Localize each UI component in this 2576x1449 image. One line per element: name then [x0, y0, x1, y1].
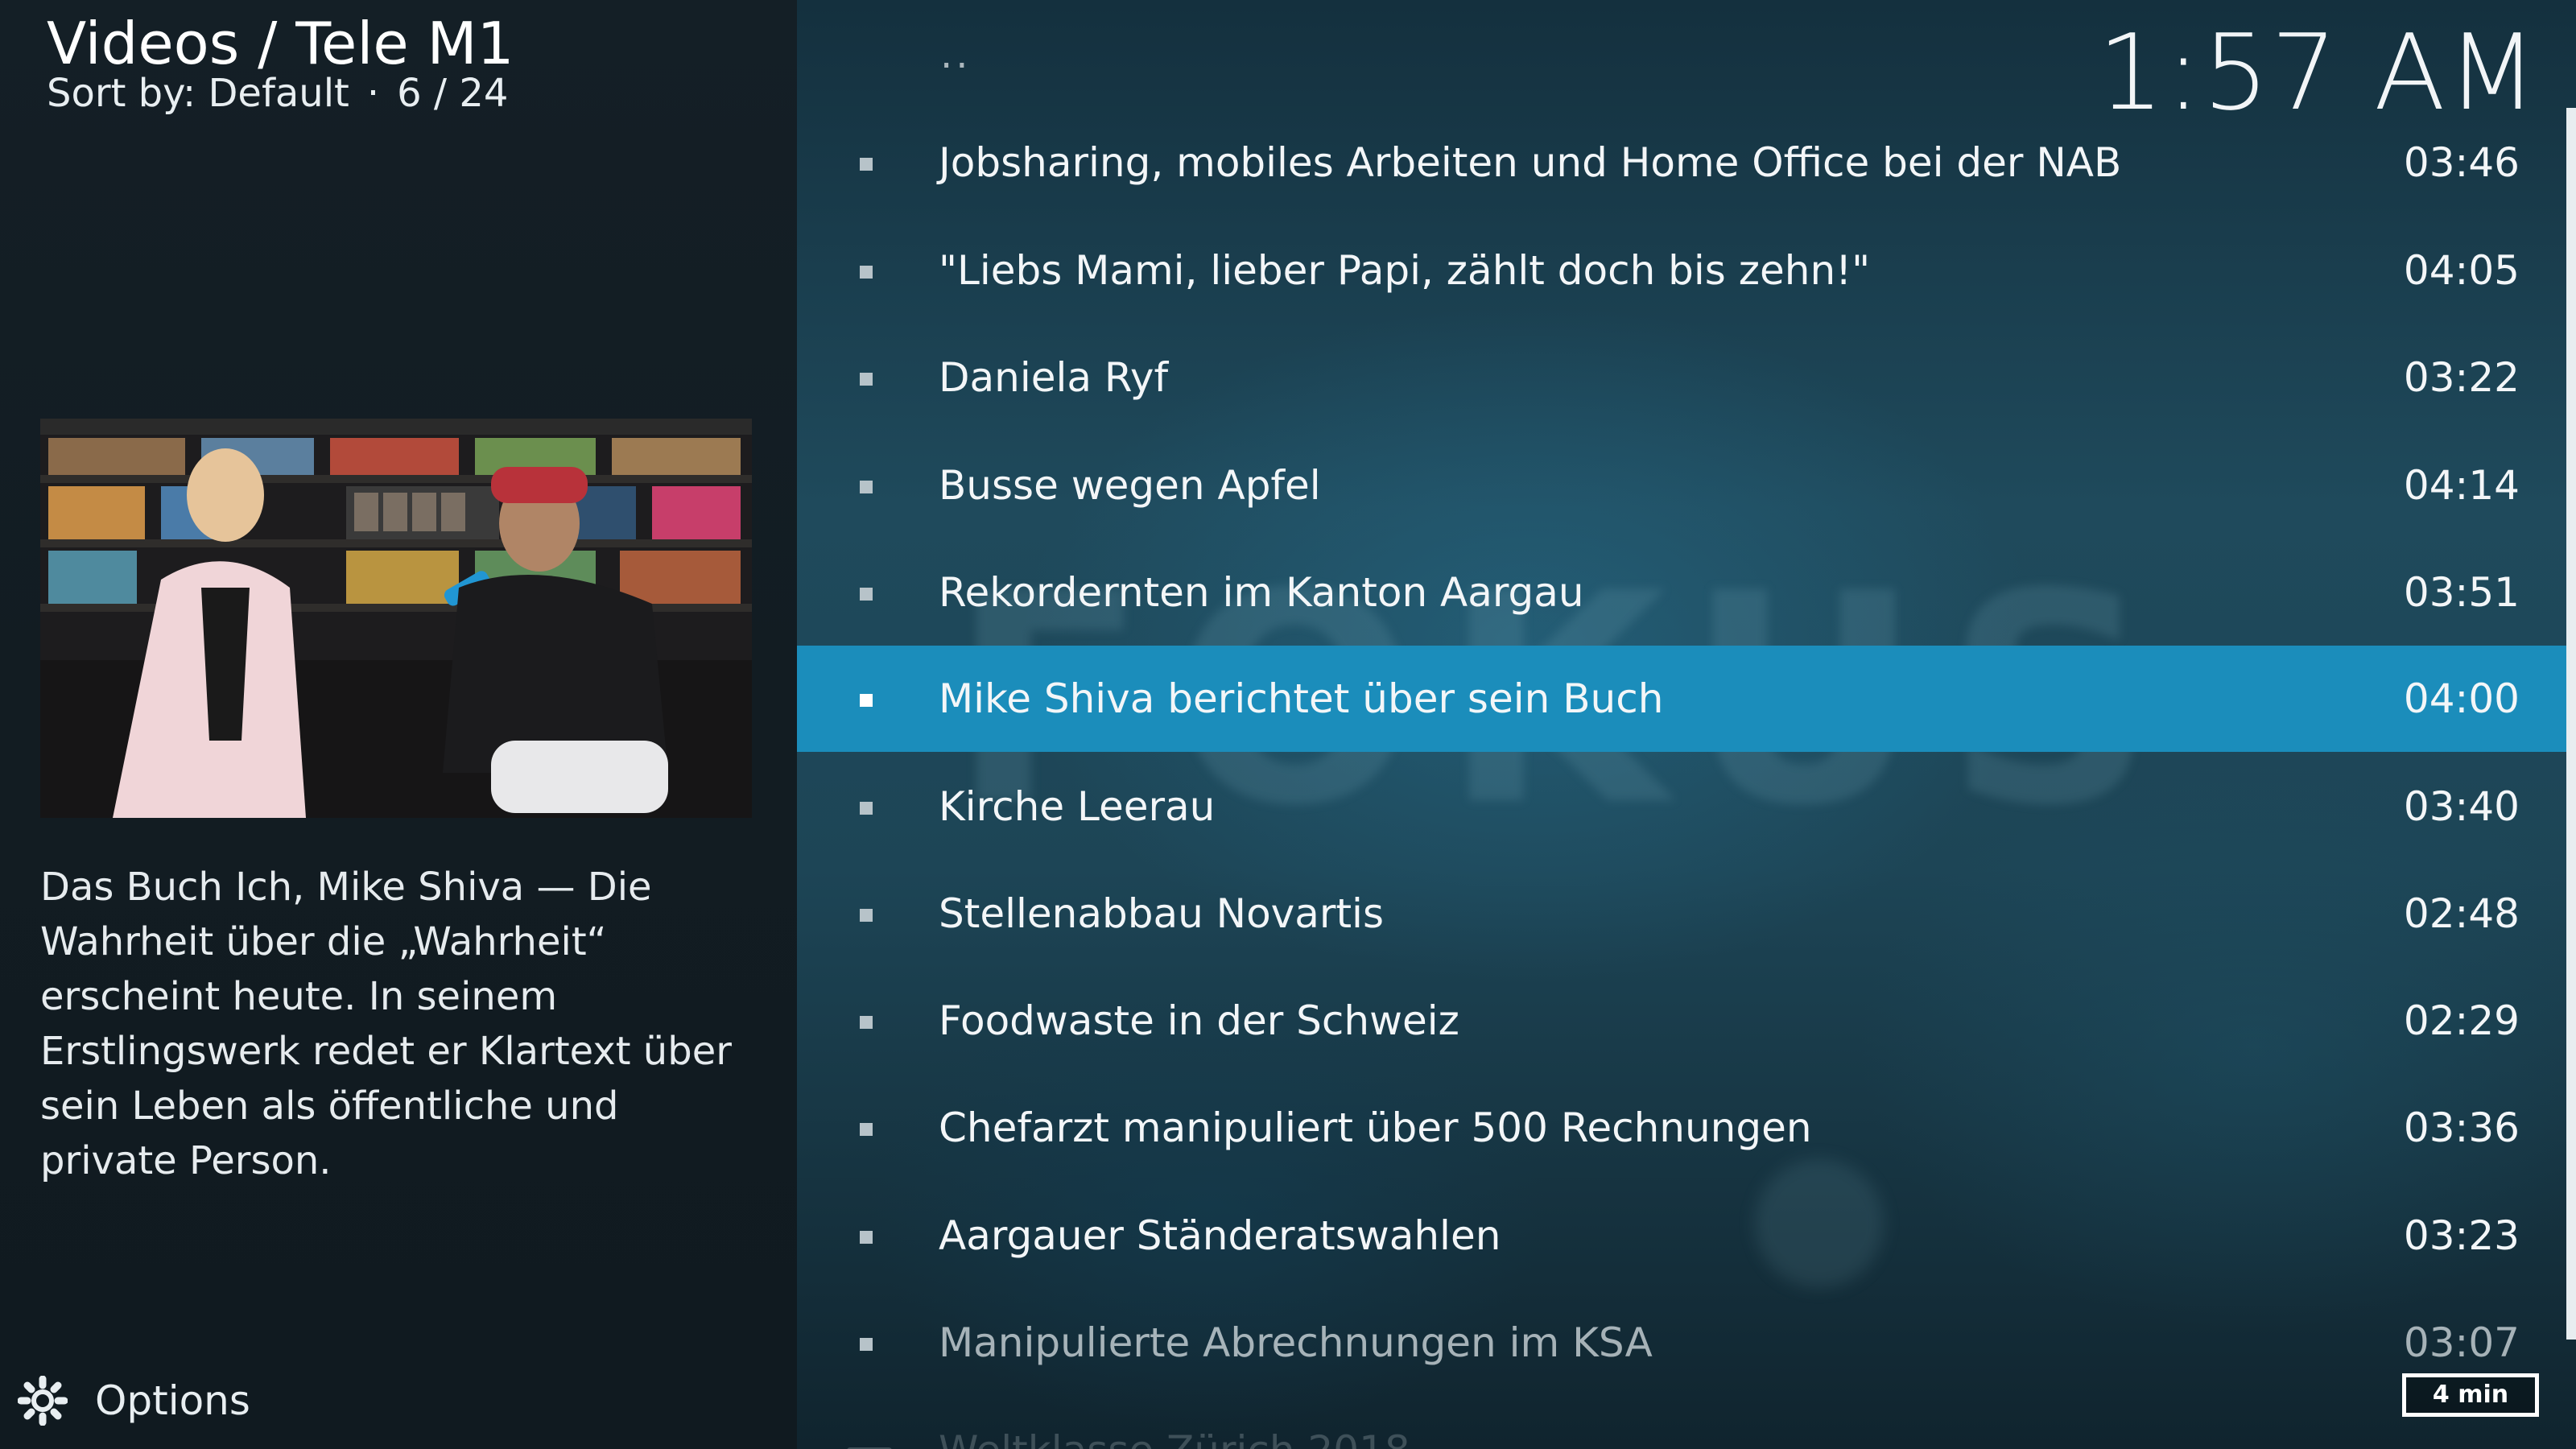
square-bullet-icon: [860, 1123, 873, 1136]
list-item-title: Chefarzt manipuliert über 500 Rechnungen: [939, 1104, 1812, 1151]
list-item-duration: 03:51: [2403, 569, 2520, 616]
list-item-duration: 03:22: [2403, 354, 2520, 401]
list-item[interactable]: Stellenabbau Novartis 02:48: [797, 861, 2568, 967]
square-bullet-icon: [860, 1016, 873, 1029]
list-item[interactable]: Kirche Leerau 03:40: [797, 753, 2568, 860]
square-bullet-icon: [860, 1338, 873, 1351]
list-item-duration: 02:29: [2403, 997, 2520, 1044]
list-item[interactable]: Chefarzt manipuliert über 500 Rechnungen…: [797, 1075, 2568, 1181]
parent-folder-item[interactable]: ..: [940, 32, 972, 77]
breadcrumb: Videos / Tele M1: [47, 10, 514, 77]
list-item-title: Daniela Ryf: [939, 354, 1169, 401]
list-item[interactable]: Daniela Ryf 03:22: [797, 324, 2568, 431]
square-bullet-icon: [860, 266, 873, 279]
separator: ·: [366, 71, 380, 116]
video-thumbnail: [40, 419, 752, 818]
list-item-duration: 03:23: [2403, 1212, 2520, 1259]
list-item[interactable]: Rekordernten im Kanton Aargau 03:51: [797, 539, 2568, 646]
video-list: .. Jobsharing, mobiles Arbeiten und Home…: [797, 0, 2568, 1449]
square-bullet-icon: [860, 694, 873, 707]
remaining-time-badge: 4 min: [2402, 1373, 2539, 1417]
list-item-duration: 02:48: [2403, 890, 2520, 937]
square-bullet-icon: [860, 588, 873, 601]
list-scrollbar[interactable]: [2566, 108, 2576, 1340]
square-bullet-icon: [860, 802, 873, 815]
clock: 1:57 AM: [2097, 11, 2539, 134]
list-item-duration: 03:36: [2403, 1104, 2520, 1151]
list-item-title: Jobsharing, mobiles Arbeiten und Home Of…: [939, 139, 2122, 186]
options-button[interactable]: Options: [18, 1368, 250, 1433]
list-item-title: Manipulierte Abrechnungen im KSA: [939, 1319, 1653, 1366]
square-bullet-icon: [860, 1231, 873, 1244]
list-item-title: Stellenabbau Novartis: [939, 890, 1385, 937]
list-item-duration: 04:05: [2403, 247, 2520, 294]
list-item-title: "Liebs Mami, lieber Papi, zählt doch bis…: [939, 247, 1871, 294]
square-bullet-icon: [860, 909, 873, 922]
thumbnail-image: [40, 419, 752, 818]
square-bullet-icon: [860, 158, 873, 171]
list-item[interactable]: Aargauer Ständeratswahlen 03:23: [797, 1183, 2568, 1289]
list-item-title: Rekordernten im Kanton Aargau: [939, 569, 1584, 616]
info-panel: Videos / Tele M1 Sort by: Default · 6 / 24: [0, 0, 797, 1449]
options-gear-icon: [18, 1376, 68, 1426]
list-item-duration: 03:40: [2403, 783, 2520, 830]
list-item[interactable]: Manipulierte Abrechnungen im KSA 03:07: [797, 1290, 2568, 1396]
square-bullet-icon: [860, 481, 873, 493]
list-item[interactable]: "Liebs Mami, lieber Papi, zählt doch bis…: [797, 217, 2568, 324]
list-item-folder[interactable]: Weltklasse Zürich 2018: [797, 1385, 2568, 1449]
list-item-title: Aargauer Ständeratswahlen: [939, 1212, 1501, 1259]
options-label: Options: [95, 1377, 250, 1424]
item-position: 6 / 24: [397, 71, 509, 116]
list-item-title: Mike Shiva berichtet über sein Buch: [939, 675, 1664, 722]
list-item-selected[interactable]: Mike Shiva berichtet über sein Buch 04:0…: [797, 646, 2568, 752]
list-item-title: Kirche Leerau: [939, 783, 1216, 830]
plot-description: Das Buch Ich, Mike Shiva — Die Wahrheit …: [40, 865, 732, 1183]
square-bullet-icon: [860, 373, 873, 386]
scrollbar-thumb[interactable]: [2566, 108, 2576, 1340]
sort-label[interactable]: Sort by: Default: [47, 71, 349, 116]
list-item-title: Foodwaste in der Schweiz: [939, 997, 1459, 1044]
list-item-title: Weltklasse Zürich 2018: [939, 1397, 1410, 1449]
list-item[interactable]: Foodwaste in der Schweiz 02:29: [797, 968, 2568, 1074]
list-item-duration: 04:14: [2403, 462, 2520, 509]
list-item-duration: 04:00: [2403, 675, 2520, 722]
list-item[interactable]: Busse wegen Apfel 04:14: [797, 432, 2568, 539]
list-item-title: Busse wegen Apfel: [939, 462, 1321, 509]
sort-status: Sort by: Default · 6 / 24: [47, 71, 508, 116]
